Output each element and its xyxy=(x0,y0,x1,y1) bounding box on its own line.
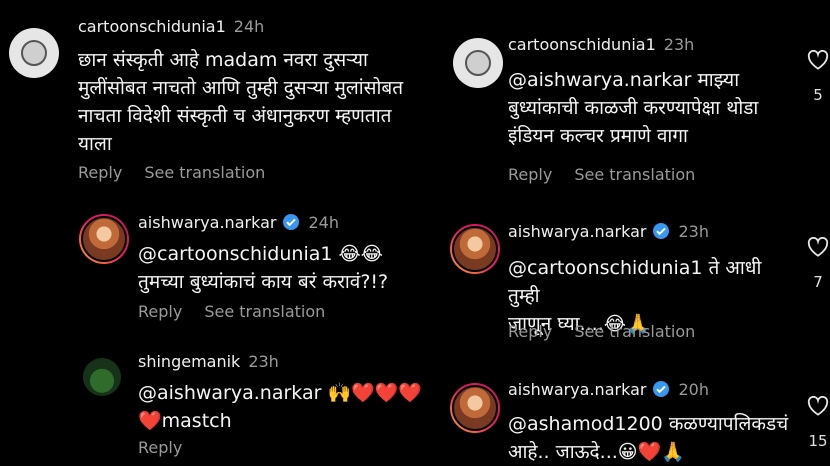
comment-text: @aishwarya.narkar माझ्या बुध्यांकाची काळ… xyxy=(508,69,759,147)
reply-button[interactable]: Reply xyxy=(138,302,182,321)
username[interactable]: shingemanik xyxy=(138,352,240,371)
comment-text: @cartoonschidunia1 😂😂 तुमच्या बुध्यांकाच… xyxy=(138,243,389,293)
username[interactable]: aishwarya.narkar xyxy=(508,380,646,399)
timestamp: 24h xyxy=(233,17,265,36)
see-translation-link[interactable]: See translation xyxy=(574,165,695,184)
timestamp: 24h xyxy=(308,213,339,232)
reply-button[interactable]: Reply xyxy=(508,322,552,341)
like-count: 5 xyxy=(813,86,823,104)
timestamp: 23h xyxy=(678,222,709,241)
like-count: 7 xyxy=(813,273,823,291)
comment-text: छान संस्कृती आहे madam नवरा दुसऱ्या मुली… xyxy=(78,49,404,155)
reply-button[interactable]: Reply xyxy=(508,165,552,184)
avatar[interactable] xyxy=(9,28,59,78)
comment-text: @ashamod1200 कळण्यापलिकडचं आहे.. जाऊदे..… xyxy=(508,413,789,463)
avatar[interactable] xyxy=(79,214,129,264)
username[interactable]: cartoonschidunia1 xyxy=(78,17,226,36)
username[interactable]: cartoonschidunia1 xyxy=(508,35,656,54)
heart-outline-icon xyxy=(807,237,829,257)
username[interactable]: aishwarya.narkar xyxy=(138,213,276,232)
reply-button[interactable]: Reply xyxy=(138,438,182,457)
like-button[interactable]: 15 xyxy=(805,396,830,450)
avatar[interactable] xyxy=(450,383,500,433)
see-translation-link[interactable]: See translation xyxy=(574,322,695,341)
reply-button[interactable]: Reply xyxy=(78,163,122,182)
timestamp: 23h xyxy=(663,35,695,54)
avatar[interactable] xyxy=(450,224,500,274)
verified-badge-icon xyxy=(653,223,670,239)
comment-text: @aishwarya.narkar 🙌❤️❤️❤️ ❤️mastch xyxy=(138,382,423,432)
verified-badge-icon xyxy=(283,214,300,230)
heart-outline-icon xyxy=(807,396,829,416)
like-button[interactable]: 7 xyxy=(805,237,830,291)
username[interactable]: aishwarya.narkar xyxy=(508,222,646,241)
timestamp: 20h xyxy=(678,380,709,399)
like-count: 15 xyxy=(808,432,828,450)
verified-badge-icon xyxy=(653,381,670,397)
see-translation-link[interactable]: See translation xyxy=(144,163,265,182)
see-translation-link[interactable]: See translation xyxy=(204,302,325,321)
avatar[interactable] xyxy=(453,38,503,88)
timestamp: 23h xyxy=(248,352,279,371)
heart-outline-icon xyxy=(807,50,829,70)
avatar[interactable] xyxy=(83,358,121,396)
like-button[interactable]: 5 xyxy=(805,50,830,104)
